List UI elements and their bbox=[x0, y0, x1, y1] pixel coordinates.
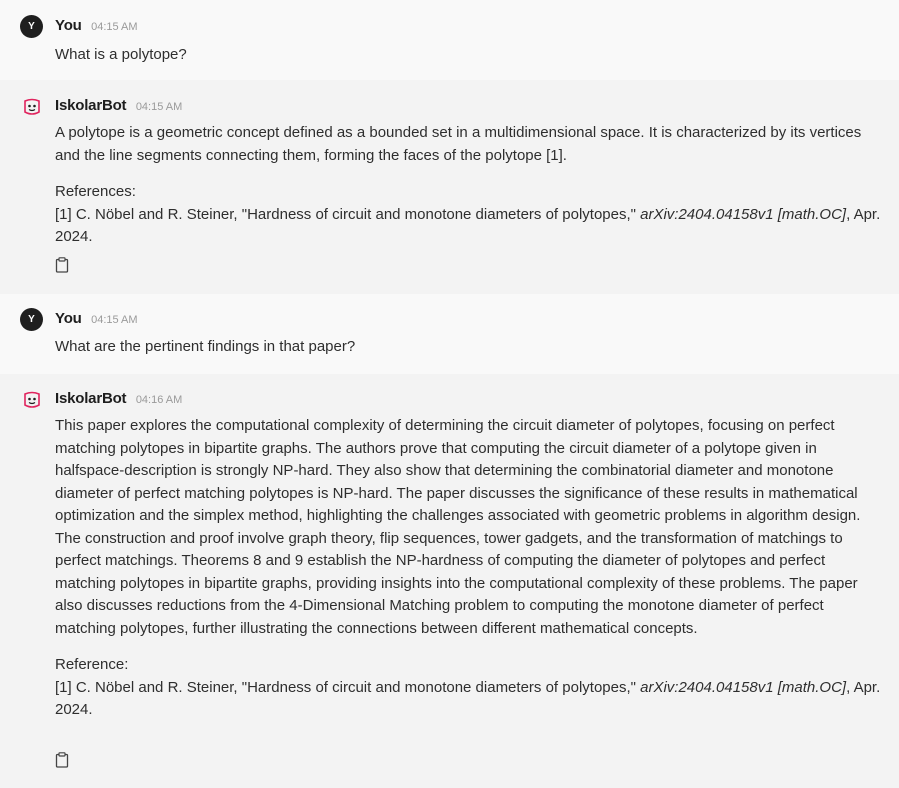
sender-name: You bbox=[55, 310, 82, 327]
bot-avatar-icon bbox=[24, 98, 40, 115]
reference-venue: arXiv:2404.04158v1 [math.OC] bbox=[640, 678, 847, 696]
bot-message: IskolarBot 04:15 AM A polytope is a geom… bbox=[0, 80, 899, 294]
message-time: 04:16 AM bbox=[135, 394, 183, 406]
reference-entry: [1] C. Nöbel and R. Steiner, "Hardness o… bbox=[55, 204, 885, 249]
message-header: You 04:15 AM bbox=[55, 17, 138, 35]
user-avatar: Y bbox=[20, 15, 43, 38]
message-text: A polytope is a geometric concept define… bbox=[55, 124, 862, 164]
chat-thread: Y You 04:15 AM What is a polytope? Iskol… bbox=[0, 0, 899, 788]
message-body: This paper explores the computational co… bbox=[55, 415, 885, 722]
message-header: IskolarBot 04:16 AM bbox=[55, 390, 182, 408]
reference-citation: [1] C. Nöbel and R. Steiner, "Hardness o… bbox=[55, 678, 641, 696]
user-message: Y You 04:15 AM What are the pertinent fi… bbox=[0, 294, 899, 374]
bot-message: IskolarBot 04:16 AM This paper explores … bbox=[0, 374, 899, 788]
message-header: IskolarBot 04:15 AM bbox=[55, 97, 182, 115]
message-body: What is a polytope? bbox=[55, 44, 885, 67]
references-label: Reference: bbox=[55, 656, 129, 673]
message-header: You 04:15 AM bbox=[55, 310, 138, 328]
clipboard-icon[interactable] bbox=[55, 752, 69, 768]
message-time: 04:15 AM bbox=[91, 21, 138, 33]
message-time: 04:15 AM bbox=[91, 314, 138, 326]
message-body: A polytope is a geometric concept define… bbox=[55, 122, 885, 249]
reference-citation: [1] C. Nöbel and R. Steiner, "Hardness o… bbox=[55, 205, 641, 223]
message-text: This paper explores the computational co… bbox=[55, 417, 861, 637]
sender-name: IskolarBot bbox=[55, 97, 127, 114]
bot-avatar-icon bbox=[24, 391, 40, 408]
reference-venue: arXiv:2404.04158v1 [math.OC] bbox=[640, 205, 847, 223]
clipboard-icon[interactable] bbox=[55, 257, 69, 273]
user-message: Y You 04:15 AM What is a polytope? bbox=[0, 0, 899, 80]
message-text: What are the pertinent findings in that … bbox=[55, 338, 356, 355]
message-time: 04:15 AM bbox=[135, 101, 183, 113]
sender-name: You bbox=[55, 17, 82, 34]
sender-name: IskolarBot bbox=[55, 390, 127, 407]
message-body: What are the pertinent findings in that … bbox=[55, 336, 885, 359]
message-text: What is a polytope? bbox=[55, 46, 187, 63]
references-label: References: bbox=[55, 183, 136, 200]
user-avatar: Y bbox=[20, 308, 43, 331]
reference-entry: [1] C. Nöbel and R. Steiner, "Hardness o… bbox=[55, 677, 885, 722]
